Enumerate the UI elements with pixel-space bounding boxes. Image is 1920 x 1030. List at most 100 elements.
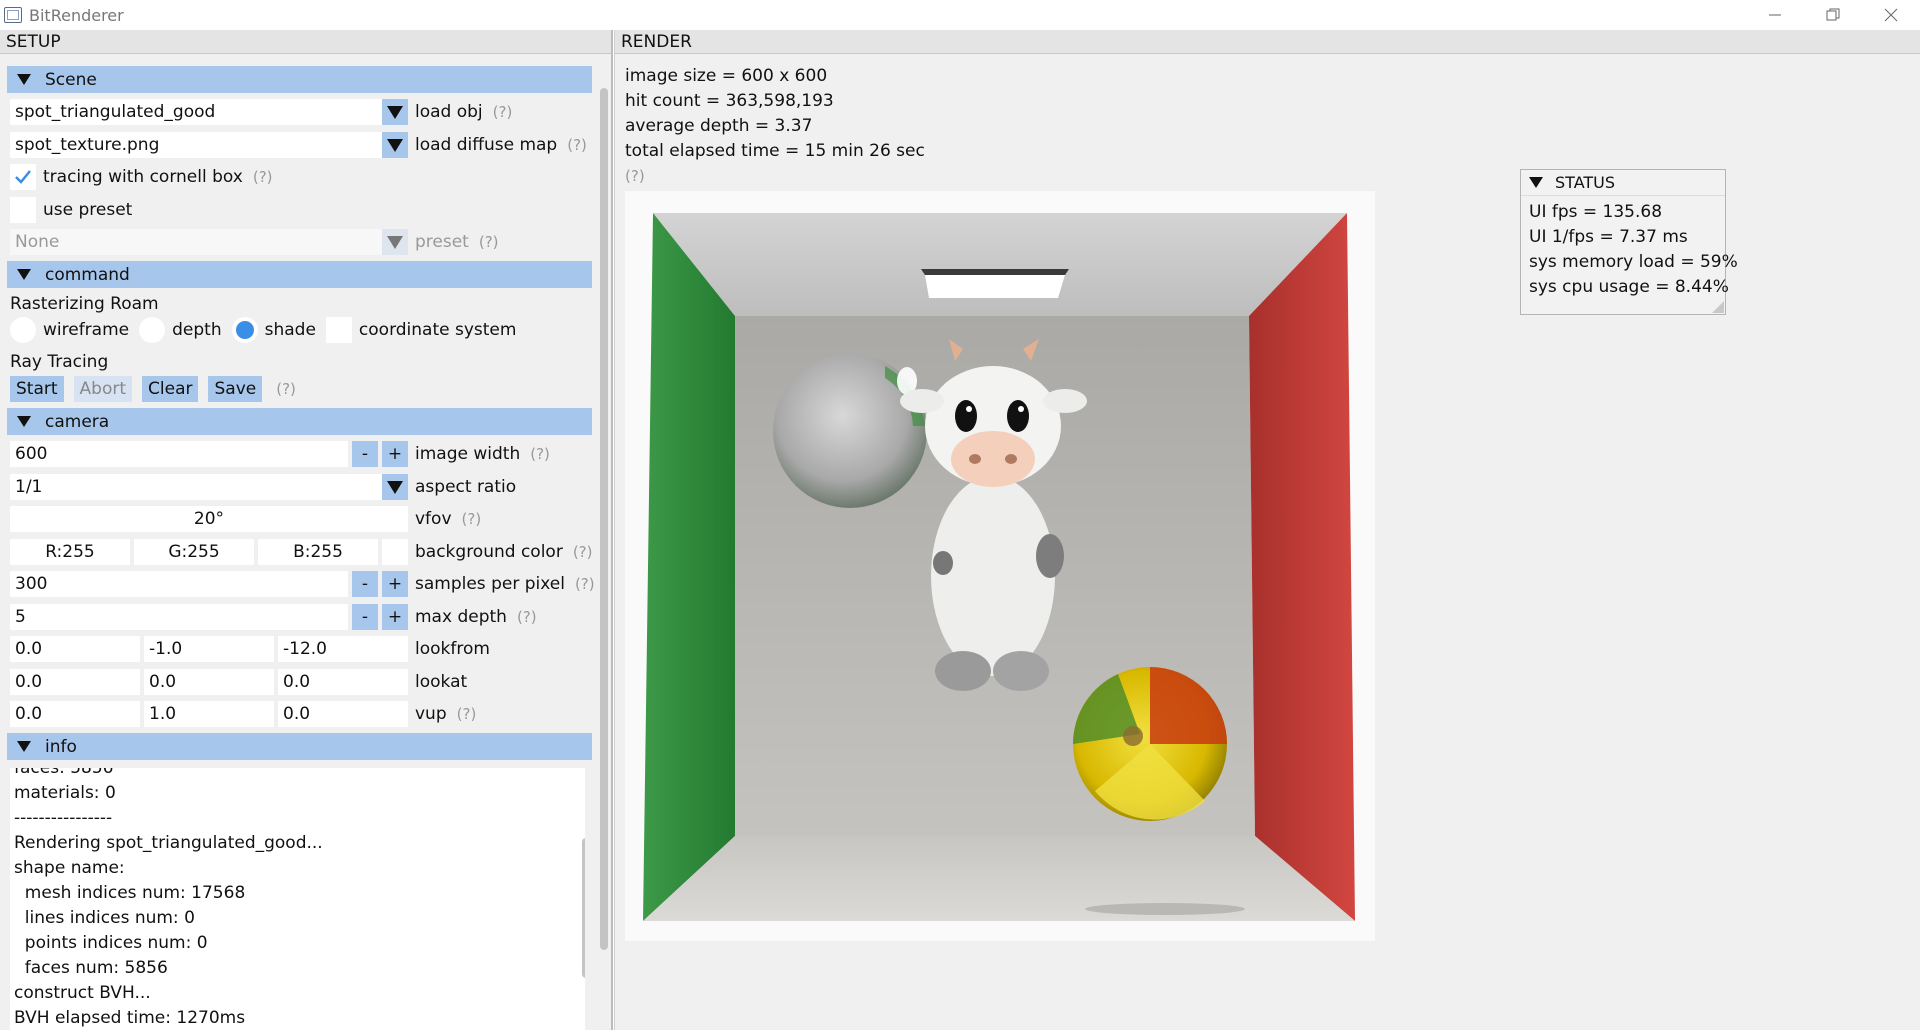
bg-color-swatch[interactable] [382, 539, 408, 565]
camera-section-header[interactable]: camera [7, 408, 592, 435]
lookat-label: lookat [415, 672, 468, 692]
save-button[interactable]: Save [208, 376, 263, 402]
preset-combo[interactable]: None [10, 229, 382, 255]
scene-section-header[interactable]: Scene [7, 66, 592, 93]
help-marker[interactable]: (?) [493, 103, 513, 121]
abort-button[interactable]: Abort [73, 376, 133, 402]
aspect-ratio-dropdown-button[interactable] [382, 474, 408, 500]
resize-grip-icon[interactable] [1712, 301, 1724, 313]
setup-panel: SETUP Scene spot_triangulated_good load … [0, 30, 613, 1030]
lookat-z-input[interactable]: 0.0 [278, 669, 408, 695]
lookfrom-label: lookfrom [415, 639, 490, 659]
minimize-button[interactable] [1746, 0, 1804, 30]
shade-label: shade [264, 320, 316, 340]
load-obj-row: spot_triangulated_good load obj (?) [10, 98, 512, 126]
spp-decrement[interactable]: - [352, 571, 378, 597]
image-width-input[interactable]: 600 [10, 441, 348, 467]
status-cpu-usage: sys cpu usage = 8.44% [1529, 277, 1729, 297]
obj-combo[interactable]: spot_triangulated_good [10, 99, 382, 125]
vfov-slider[interactable]: 20° [10, 506, 408, 532]
shade-radio[interactable] [231, 317, 258, 343]
obj-dropdown-button[interactable] [382, 99, 408, 125]
help-marker[interactable]: (?) [517, 608, 537, 626]
help-marker[interactable]: (?) [567, 136, 587, 154]
lookfrom-x-input[interactable]: 0.0 [10, 636, 140, 662]
mode-radio-row: wireframe depth shade coordinate system [10, 316, 516, 344]
spp-row: 300 - + samples per pixel (?) [10, 570, 595, 598]
checkmark-icon [15, 170, 31, 184]
help-marker[interactable]: (?) [575, 575, 595, 593]
setup-scrollbar[interactable] [598, 58, 610, 950]
vup-z-input[interactable]: 0.0 [278, 701, 408, 727]
background-color-label: background color [415, 542, 563, 562]
status-ui-frametime: UI 1/fps = 7.37 ms [1529, 227, 1688, 247]
bg-b-input[interactable]: B:255 [258, 539, 378, 565]
stat-average-depth: average depth = 3.37 [625, 116, 813, 136]
log-line: points indices num: 0 [14, 933, 208, 953]
ray-tracing-label: Ray Tracing [10, 352, 109, 372]
spp-increment[interactable]: + [382, 571, 408, 597]
setup-scrollbar-thumb[interactable] [600, 88, 608, 950]
max-depth-input[interactable]: 5 [10, 604, 348, 630]
coordinate-system-checkbox[interactable] [325, 317, 352, 343]
help-marker[interactable]: (?) [457, 705, 477, 723]
log-line: BVH elapsed time: 1270ms [14, 1008, 246, 1028]
scene-title: Scene [45, 69, 97, 90]
max-depth-increment[interactable]: + [382, 604, 408, 630]
status-header[interactable]: STATUS [1521, 170, 1725, 196]
lookfrom-y-input[interactable]: -1.0 [144, 636, 274, 662]
lookfrom-z-input[interactable]: -12.0 [278, 636, 408, 662]
vup-x-input[interactable]: 0.0 [10, 701, 140, 727]
wireframe-radio[interactable] [10, 317, 36, 343]
window-title: BitRenderer [29, 5, 124, 25]
preset-label: preset [415, 232, 469, 252]
preset-row: None preset (?) [10, 228, 499, 256]
help-marker[interactable]: (?) [253, 168, 273, 186]
aspect-ratio-combo[interactable]: 1/1 [10, 474, 382, 500]
vup-y-input[interactable]: 1.0 [144, 701, 274, 727]
help-marker[interactable]: (?) [479, 233, 499, 251]
image-width-decrement[interactable]: - [352, 441, 378, 467]
stat-image-size: image size = 600 x 600 [625, 66, 828, 86]
bg-g-input[interactable]: G:255 [134, 539, 254, 565]
cornell-box-render [625, 191, 1375, 941]
close-button[interactable] [1862, 0, 1920, 30]
info-log[interactable]: faces: 5856 materials: 0 ---------------… [10, 768, 585, 1030]
info-section-header[interactable]: info [7, 733, 592, 760]
use-preset-checkbox[interactable] [10, 197, 36, 223]
depth-label: depth [172, 320, 222, 340]
max-depth-row: 5 - + max depth (?) [10, 603, 537, 631]
image-width-label: image width [415, 444, 521, 464]
restore-button[interactable] [1804, 0, 1862, 30]
help-marker[interactable]: (?) [625, 164, 925, 189]
help-marker[interactable]: (?) [573, 543, 593, 561]
cornell-checkbox[interactable] [10, 164, 36, 190]
right-wall [1249, 213, 1355, 921]
clear-button[interactable]: Clear [142, 376, 199, 402]
log-line: construct BVH... [14, 983, 151, 1003]
depth-radio[interactable] [139, 317, 166, 343]
status-window[interactable]: STATUS UI fps = 135.68 UI 1/fps = 7.37 m… [1520, 169, 1738, 315]
start-button[interactable]: Start [10, 376, 64, 402]
lookat-y-input[interactable]: 0.0 [144, 669, 274, 695]
diffuse-dropdown-button[interactable] [382, 132, 408, 158]
preset-dropdown-button[interactable] [382, 229, 408, 255]
image-width-increment[interactable]: + [382, 441, 408, 467]
bg-r-input[interactable]: R:255 [10, 539, 130, 565]
max-depth-decrement[interactable]: - [352, 604, 378, 630]
help-marker[interactable]: (?) [530, 445, 550, 463]
help-marker[interactable]: (?) [276, 380, 296, 398]
info-scrollbar-thumb[interactable] [582, 838, 585, 978]
help-marker[interactable]: (?) [462, 510, 482, 528]
lookat-x-input[interactable]: 0.0 [10, 669, 140, 695]
wireframe-label: wireframe [43, 320, 130, 340]
background-color-row: R:255 G:255 B:255 background color (?) [10, 538, 592, 566]
command-section-header[interactable]: command [7, 261, 592, 288]
load-diffuse-row: spot_texture.png load diffuse map (?) [10, 131, 587, 159]
stat-hit-count: hit count = 363,598,193 [625, 91, 834, 111]
render-image [625, 191, 1375, 941]
spp-input[interactable]: 300 [10, 571, 348, 597]
diffuse-combo[interactable]: spot_texture.png [10, 132, 382, 158]
vfov-label: vfov [415, 509, 452, 529]
aspect-ratio-row: 1/1 aspect ratio [10, 473, 516, 501]
